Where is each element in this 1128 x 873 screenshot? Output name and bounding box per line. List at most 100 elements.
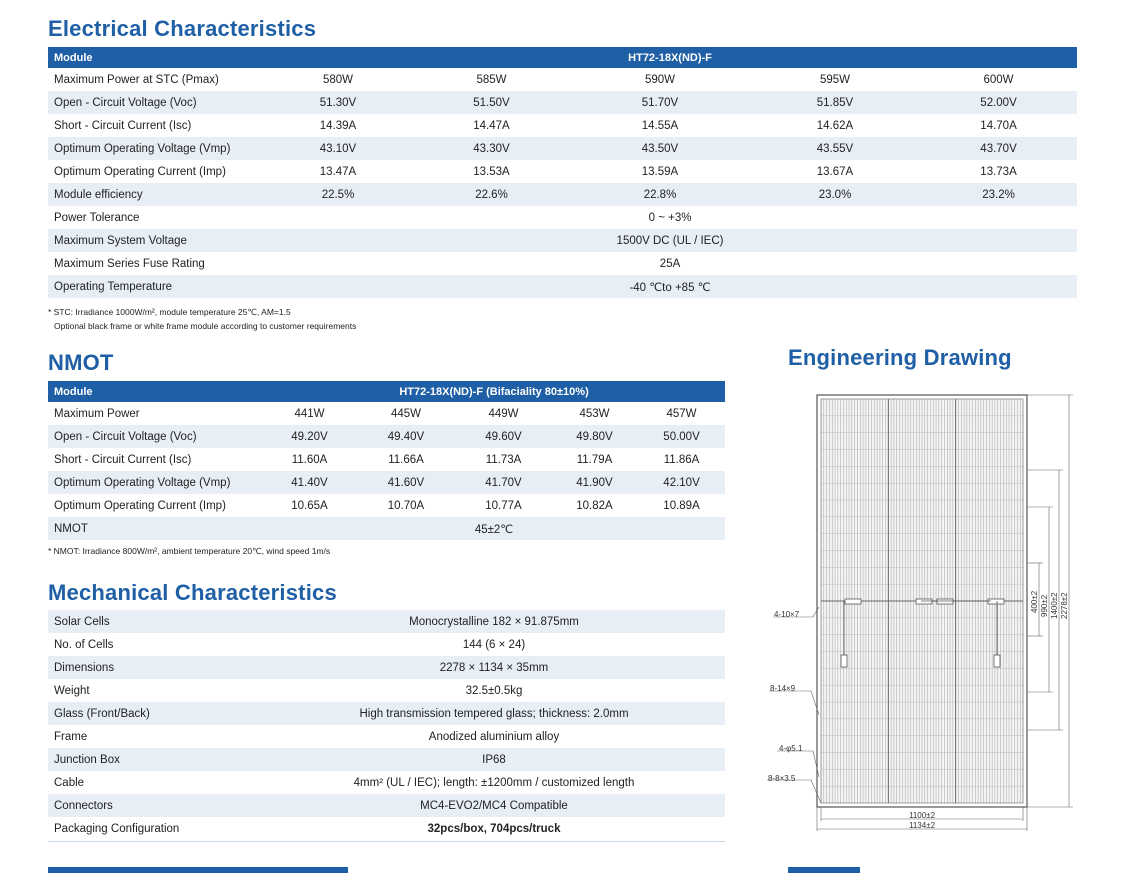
- row-label: Cable: [54, 776, 85, 789]
- cell-value: 11.73A: [485, 453, 522, 466]
- cell-value: 32.5±0.5kg: [465, 684, 523, 697]
- cell-value: 10.82A: [576, 499, 613, 512]
- row-label: Optimum Operating Current (Imp): [54, 499, 226, 512]
- electrical-table: Module HT72-18X(ND)-F Maximum Power at S…: [48, 47, 1078, 298]
- table-row: Frame Anodized aluminium alloy: [48, 725, 725, 748]
- table-row: Optimum Operating Current (Imp) 10.65A 10.…: [48, 494, 725, 517]
- nmot-title: NMOT: [48, 350, 114, 375]
- cell-value: 49.20V: [263, 425, 356, 448]
- cell-value: 13.47A: [319, 165, 357, 178]
- cell-value: 22.8%: [570, 183, 750, 206]
- width-outer-label: 1134±2: [909, 821, 936, 830]
- row-label: Operating Temperature: [48, 275, 263, 298]
- cell-value: High transmission tempered glass; thickn…: [263, 702, 725, 725]
- cell-value: 41.70V: [456, 471, 551, 494]
- cell-value: 445W: [390, 407, 422, 420]
- note-frame: Optional black frame or white frame modu…: [54, 321, 357, 331]
- cell-value: 13.73A: [980, 165, 1017, 178]
- cell-value: 51.70V: [570, 91, 750, 114]
- cell-value: 14.70A: [980, 119, 1017, 132]
- cell-value: 51.30V: [263, 91, 413, 114]
- table-row: Optimum Operating Voltage (Vmp) 43.10V 43.…: [48, 137, 1078, 160]
- table-row: Maximum Power at STC (Pmax) 580W 585W 590W 5…: [48, 68, 1077, 91]
- cell-value: 43.10V: [263, 137, 413, 160]
- cell-value: 32pcs/box, 704pcs/truck: [427, 822, 561, 835]
- row-label: Optimum Operating Voltage (Vmp): [48, 471, 263, 494]
- table-row: Open - Circuit Voltage (Voc) 51.30V 51.50V…: [48, 91, 1078, 114]
- holes-b-label: 8-14×9: [770, 684, 796, 693]
- electrical-title: Electrical Characteristics: [48, 16, 317, 41]
- table-row: Power Tolerance 0 ~ +3%: [48, 206, 1077, 229]
- cell-value: 49.40V: [356, 425, 456, 448]
- cell-value: 453W: [579, 407, 610, 420]
- cell-value: 1500V DC (UL / IEC): [263, 229, 1078, 252]
- cell-value: 11.66A: [388, 453, 424, 466]
- cell-value: 11.60A: [291, 453, 328, 466]
- nmot-header-model: HT72-18X(ND)-F (Bifaciality 80±10%): [263, 381, 726, 402]
- row-label: Weight: [54, 684, 90, 697]
- row-label: Packaging Configuration: [54, 822, 180, 835]
- cell-value: 600W: [983, 73, 1014, 86]
- cutoff-heading-left: [48, 867, 408, 873]
- cell-value: 10.65A: [291, 499, 328, 512]
- nmot-header-module-label: Module: [48, 381, 263, 402]
- cell-value: 51.50V: [413, 91, 570, 114]
- cell-value: 144 (6 × 24): [462, 638, 526, 651]
- cell-value: 23.0%: [750, 183, 920, 206]
- cell-value: 49.60V: [456, 425, 551, 448]
- row-label: Optimum Operating Current (Imp): [54, 165, 226, 178]
- table-row: Packaging Configuration 32pcs/box, 704pcs…: [48, 817, 725, 840]
- table-row: Solar Cells Monocrystalline 182 × 91.875m…: [48, 610, 725, 633]
- cell-value: 22.6%: [413, 183, 570, 206]
- nmot-notes: * NMOT: Irradiance 800W/m², ambient temp…: [48, 544, 330, 558]
- cell-value: 14.55A: [641, 119, 679, 132]
- cell-value: 50.00V: [638, 425, 726, 448]
- row-label: Dimensions: [48, 656, 263, 679]
- row-label: No. of Cells: [54, 638, 114, 651]
- note-stc: * STC: Irradiance 1000W/m², module tempe…: [48, 307, 291, 317]
- row-label: Open - Circuit Voltage (Voc): [48, 425, 263, 448]
- cell-value: 51.85V: [750, 91, 920, 114]
- cell-value: 45±2℃: [263, 517, 726, 540]
- table-row: Cable 4mm² (UL / IEC); length: ±1200mm / …: [48, 771, 725, 794]
- cell-value: 4mm² (UL / IEC); length: ±1200mm / custo…: [353, 776, 635, 789]
- cell-value: MC4-EVO2/MC4 Compatible: [263, 794, 725, 817]
- row-label: Maximum Series Fuse Rating: [54, 257, 205, 270]
- cell-value: 580W: [322, 73, 354, 86]
- table-row: Module efficiency 22.5% 22.6% 22.8% 23.0% 23.…: [48, 183, 1078, 206]
- table-row: Short - Circuit Current (Isc) 14.39A 14.47…: [48, 114, 1077, 137]
- table-row: Optimum Operating Current (Imp) 13.47A 13.…: [48, 160, 1077, 183]
- cell-value: 441W: [294, 407, 325, 420]
- cell-value: 43.50V: [570, 137, 750, 160]
- row-label: Maximum Power at STC (Pmax): [54, 73, 219, 86]
- dim-400-label: 400±2: [1030, 590, 1039, 613]
- row-label: Junction Box: [48, 748, 263, 771]
- cell-value: 25A: [659, 257, 681, 270]
- row-label: Module efficiency: [48, 183, 263, 206]
- note-nmot: * NMOT: Irradiance 800W/m², ambient temp…: [48, 546, 331, 556]
- cell-value: 41.60V: [356, 471, 456, 494]
- mechanical-table: Solar Cells Monocrystalline 182 × 91.875m…: [48, 610, 725, 840]
- cell-value: 449W: [488, 407, 519, 420]
- cell-value: 22.5%: [263, 183, 413, 206]
- cell-value: 14.62A: [816, 119, 854, 132]
- cell-value: 11.86A: [663, 453, 700, 466]
- row-label: Frame: [54, 730, 88, 743]
- row-label: Open - Circuit Voltage (Voc): [48, 91, 263, 114]
- table-row: Junction Box IP68: [48, 748, 725, 771]
- header-model: HT72-18X(ND)-F: [263, 47, 1078, 68]
- cell-value: 49.80V: [551, 425, 638, 448]
- table-row: Open - Circuit Voltage (Voc) 49.20V 49.40V…: [48, 425, 726, 448]
- cutoff-heading-right: [788, 867, 868, 873]
- cell-value: 590W: [644, 73, 676, 86]
- cell-value: 457W: [666, 407, 697, 420]
- row-label: Power Tolerance: [54, 211, 140, 224]
- row-label: Maximum Power: [54, 407, 140, 420]
- cell-value: 2278 × 1134 × 35mm: [263, 656, 725, 679]
- cell-value: 13.53A: [473, 165, 510, 178]
- table-row: Maximum Series Fuse Rating 25A: [48, 252, 1077, 275]
- dim-2278-label: 2278±2: [1060, 592, 1069, 619]
- holes-a-label: 4-10×7: [774, 610, 800, 619]
- table-row: Optimum Operating Voltage (Vmp) 41.40V 41.…: [48, 471, 726, 494]
- cell-value: 585W: [476, 73, 507, 86]
